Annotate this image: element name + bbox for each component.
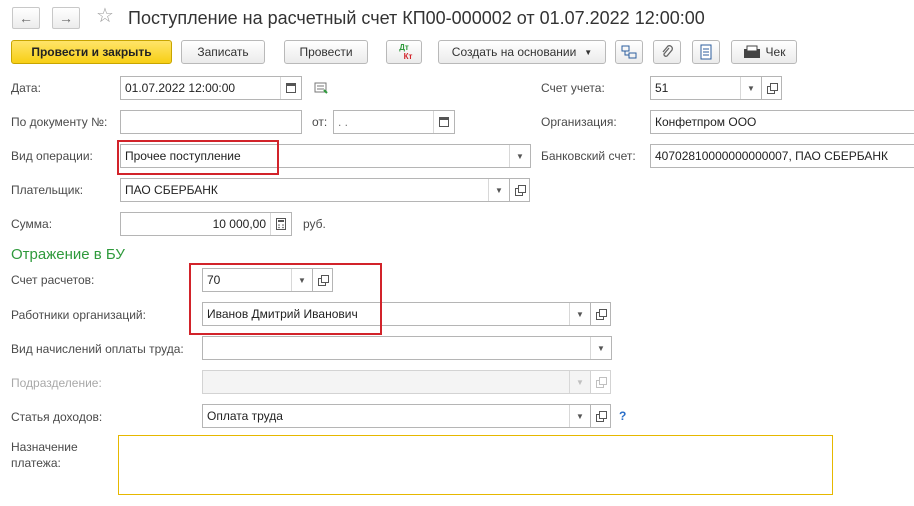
- account-label: Счет учета:: [541, 81, 605, 95]
- payer-label: Плательщик:: [11, 183, 84, 197]
- chevron-down-icon: ▼: [569, 371, 590, 393]
- doc-number-label: По документу №:: [11, 115, 108, 129]
- chevron-down-icon[interactable]: ▼: [590, 337, 611, 359]
- amount-input[interactable]: 10 000,00: [120, 212, 292, 236]
- arrow-right-icon: →: [59, 10, 73, 26]
- kt-label: Кт: [403, 52, 413, 61]
- receipt-button[interactable]: Чек: [731, 40, 797, 64]
- chevron-down-icon[interactable]: ▼: [488, 179, 509, 201]
- amount-label: Сумма:: [11, 217, 53, 231]
- date-input[interactable]: 01.07.2022 12:00:00: [120, 76, 302, 100]
- dt-label: Дт: [399, 43, 409, 52]
- page-title: Поступление на расчетный счет КП00-00000…: [128, 8, 705, 28]
- star-icon[interactable]: ☆: [96, 6, 114, 26]
- doc-number-input[interactable]: [120, 110, 302, 134]
- chevron-down-icon[interactable]: ▼: [569, 303, 590, 325]
- department-select: ▼: [202, 370, 591, 394]
- open-icon: [595, 411, 607, 422]
- account-select[interactable]: 51 ▼: [650, 76, 762, 100]
- help-icon[interactable]: ?: [619, 409, 626, 423]
- arrow-left-icon: ←: [19, 10, 33, 26]
- calculator-icon[interactable]: [270, 213, 291, 235]
- payroll-type-select[interactable]: ▼: [202, 336, 612, 360]
- structure-icon: [621, 45, 637, 59]
- income-item-open-button[interactable]: [591, 404, 611, 428]
- post-and-close-button[interactable]: Провести и закрыть: [11, 40, 172, 64]
- employees-label: Работники организаций:: [11, 308, 146, 322]
- chevron-down-icon[interactable]: ▼: [569, 405, 590, 427]
- operation-type-label: Вид операции:: [11, 149, 93, 163]
- document-list-icon[interactable]: [314, 81, 330, 98]
- chevron-down-icon[interactable]: ▼: [509, 145, 530, 167]
- settlement-account-label: Счет расчетов:: [11, 273, 95, 287]
- create-based-on-button[interactable]: Создать на основании ▼: [438, 40, 606, 64]
- open-icon: [766, 83, 778, 94]
- post-button[interactable]: Провести: [284, 40, 368, 64]
- doc-date-value: . .: [338, 115, 349, 129]
- date-label: Дата:: [11, 81, 41, 95]
- doc-date-label: от:: [312, 115, 328, 129]
- forward-button[interactable]: →: [52, 7, 80, 29]
- open-icon: [514, 185, 526, 196]
- receipt-label: Чек: [765, 45, 786, 59]
- organization-label: Организация:: [541, 115, 617, 129]
- doc-date-input[interactable]: . .: [333, 110, 455, 134]
- income-item-select[interactable]: Оплата труда ▼: [202, 404, 591, 428]
- amount-value: 10 000,00: [212, 217, 266, 231]
- highlight-frame: [117, 140, 279, 175]
- bank-account-label: Банковский счет:: [541, 149, 636, 163]
- income-item-label: Статья доходов:: [11, 410, 103, 424]
- chevron-down-icon: ▼: [584, 47, 593, 57]
- employees-open-button[interactable]: [591, 302, 611, 326]
- report-icon: [700, 44, 712, 60]
- write-button[interactable]: Записать: [181, 40, 265, 64]
- payer-open-button[interactable]: [510, 178, 530, 202]
- bank-account-select[interactable]: 40702810000000000007, ПАО СБЕРБАНК: [650, 144, 914, 168]
- organization-value: Конфетпром ООО: [655, 115, 757, 129]
- account-value: 51: [655, 81, 669, 95]
- department-label: Подразделение:: [11, 376, 102, 390]
- calendar-icon[interactable]: [280, 77, 301, 99]
- calendar-icon[interactable]: [433, 111, 454, 133]
- purpose-value: [119, 436, 832, 444]
- open-icon: [595, 377, 607, 388]
- attach-button[interactable]: [653, 40, 681, 64]
- dt-kt-button[interactable]: Дт Кт: [386, 40, 422, 64]
- date-value: 01.07.2022 12:00:00: [125, 81, 236, 95]
- purpose-textarea[interactable]: [118, 435, 833, 495]
- open-icon: [595, 309, 607, 320]
- purpose-label-line2: платежа:: [11, 456, 61, 470]
- currency-label: руб.: [303, 217, 326, 231]
- bank-account-value: 40702810000000000007, ПАО СБЕРБАНК: [655, 149, 888, 163]
- income-item-value: Оплата труда: [207, 409, 283, 423]
- receipt-icon: [743, 45, 760, 58]
- department-open-button: [591, 370, 611, 394]
- payer-select[interactable]: ПАО СБЕРБАНК ▼: [120, 178, 510, 202]
- create-based-label: Создать на основании: [451, 45, 577, 59]
- structure-button[interactable]: [615, 40, 643, 64]
- payroll-type-label: Вид начислений оплаты труда:: [11, 342, 184, 356]
- highlight-frame: [189, 263, 382, 335]
- organization-select[interactable]: Конфетпром ООО: [650, 110, 914, 134]
- section-title: Отражение в БУ: [11, 246, 125, 263]
- purpose-label-line1: Назначение: [11, 440, 78, 454]
- back-button[interactable]: ←: [12, 7, 40, 29]
- report-button[interactable]: [692, 40, 720, 64]
- account-open-button[interactable]: [762, 76, 782, 100]
- chevron-down-icon[interactable]: ▼: [740, 77, 761, 99]
- paperclip-icon: [662, 45, 673, 57]
- payer-value: ПАО СБЕРБАНК: [125, 183, 218, 197]
